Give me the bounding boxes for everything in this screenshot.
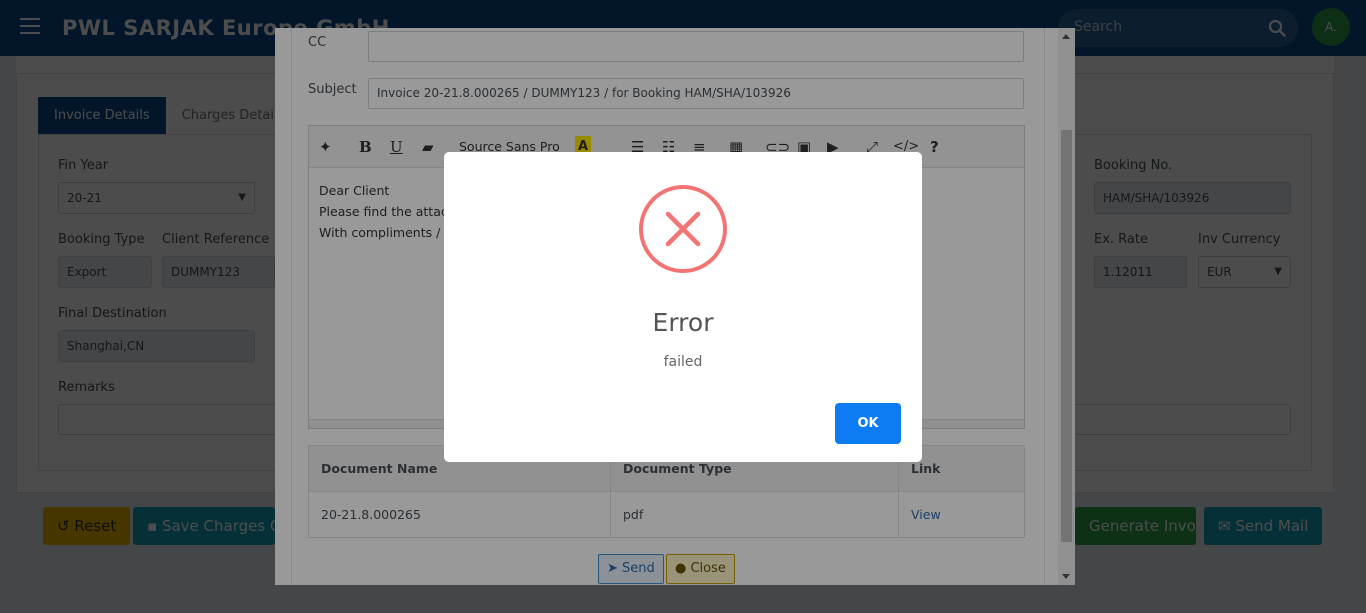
ok-button[interactable]: OK (835, 403, 901, 444)
error-x-icon (639, 185, 727, 273)
dialog-title: Error (652, 308, 714, 337)
error-dialog: Error failed OK (444, 152, 922, 462)
dialog-message: failed (663, 354, 703, 370)
